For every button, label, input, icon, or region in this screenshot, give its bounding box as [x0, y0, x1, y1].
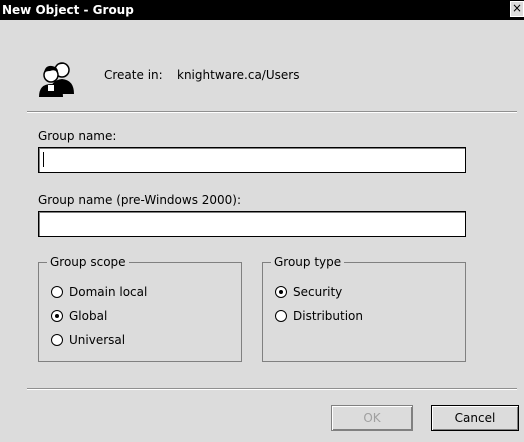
radio-circle — [51, 334, 63, 346]
close-icon: × — [511, 1, 523, 15]
radio-circle — [51, 286, 63, 298]
radio-circle — [51, 310, 63, 322]
group-name-label: Group name: — [38, 129, 117, 143]
window-title: New Object - Group — [2, 3, 134, 17]
new-object-group-dialog: New Object - Group × Create in: knightwa… — [0, 0, 524, 442]
group-users-icon — [36, 58, 76, 98]
radio-label: Security — [293, 285, 343, 299]
radio-label: Distribution — [293, 309, 364, 323]
ok-button-label: OK — [363, 411, 381, 425]
ok-button[interactable]: OK — [331, 405, 413, 431]
group-scope-title: Group scope — [47, 255, 129, 269]
radio-circle — [275, 310, 287, 322]
group-type-box: Group type Security Distribution — [262, 255, 466, 362]
group-name-input[interactable] — [38, 147, 466, 173]
pre2000-name-label: Group name (pre-Windows 2000): — [38, 193, 242, 207]
radio-circle — [275, 286, 287, 298]
pre2000-name-input[interactable] — [38, 211, 466, 237]
cancel-button-label: Cancel — [454, 411, 496, 425]
title-bar[interactable]: New Object - Group × — [0, 0, 524, 20]
cancel-button[interactable]: Cancel — [431, 405, 519, 431]
close-button[interactable]: × — [510, 1, 524, 17]
divider — [27, 111, 517, 113]
create-in-path: knightware.ca/Users — [177, 68, 300, 82]
divider — [27, 388, 517, 390]
radio-label: Universal — [69, 333, 126, 347]
radio-selected-dot — [55, 314, 59, 318]
radio-selected-dot — [279, 290, 283, 294]
create-in-label: Create in: — [104, 68, 163, 82]
group-scope-box: Group scope Domain local Global Universa… — [38, 255, 242, 362]
radio-label: Global — [69, 309, 108, 323]
text-caret — [43, 152, 44, 167]
group-type-title: Group type — [271, 255, 345, 269]
radio-label: Domain local — [69, 285, 148, 299]
